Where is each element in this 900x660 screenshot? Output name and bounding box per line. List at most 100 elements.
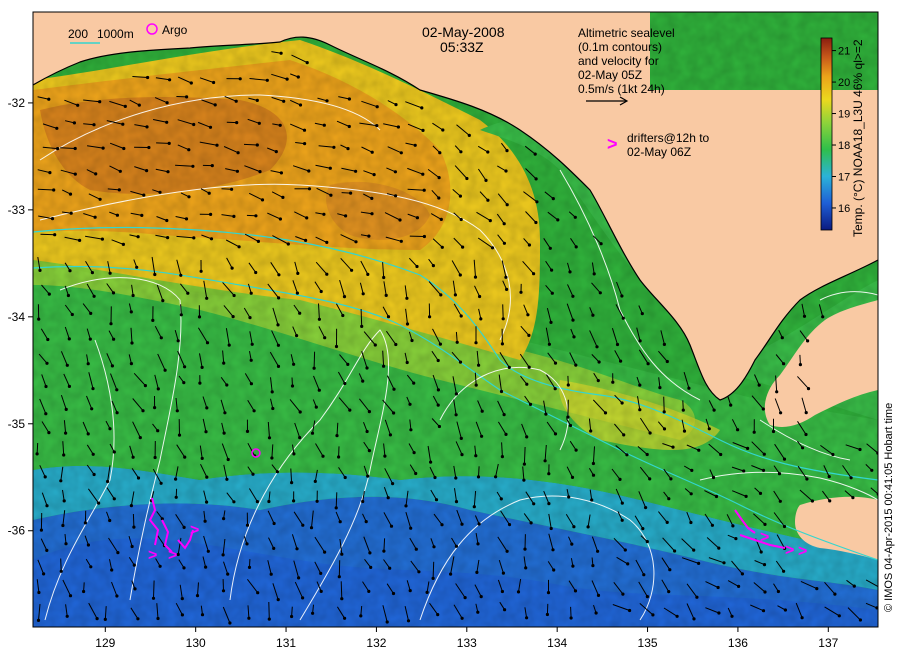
velocity-arrow-head [206, 549, 210, 553]
velocity-arrow-head [505, 549, 509, 553]
velocity-arrow-head [247, 616, 251, 620]
velocity-arrow-head [503, 608, 507, 612]
velocity-arrow-head [525, 382, 529, 386]
velocity-arrow-head [522, 478, 526, 482]
velocity-arrow [502, 304, 504, 319]
velocity-arrow-head [62, 499, 66, 503]
velocity-arrow-head [304, 238, 308, 242]
velocity-arrow-head [92, 123, 96, 127]
velocity-arrow-head [184, 217, 189, 221]
velocity-arrow-head [47, 431, 51, 435]
velocity-arrow-head [305, 216, 309, 220]
velocity-arrow [243, 143, 258, 146]
velocity-arrow-head [399, 151, 403, 155]
velocity-arrow-head [68, 269, 72, 273]
velocity-arrow-head [394, 194, 398, 198]
velocity-arrow-head [525, 616, 529, 620]
velocity-arrow-head [833, 592, 837, 596]
velocity-arrow-head [594, 611, 598, 615]
velocity-arrow-head [502, 413, 506, 417]
velocity-arrow-head [307, 169, 311, 173]
velocity-arrow-head [596, 379, 600, 383]
velocity-arrow-head [412, 381, 416, 385]
velocity-arrow-head [298, 410, 302, 414]
velocity-arrow-head [697, 448, 701, 452]
velocity-arrow-head [697, 561, 701, 566]
velocity-arrow-head [507, 523, 512, 527]
velocity-arrow-head [257, 121, 261, 125]
velocity-arrow-head [367, 449, 371, 453]
velocity-arrow-head [364, 520, 368, 524]
velocity-arrow-head [208, 125, 213, 129]
velocity-arrow-head [479, 317, 483, 321]
velocity-arrow-head [596, 549, 600, 553]
velocity-arrow-head [177, 433, 182, 437]
velocity-arrow-head [367, 589, 371, 594]
velocity-arrow-head [141, 409, 145, 413]
velocity-arrow-head [590, 498, 594, 502]
velocity-arrow-head [404, 504, 408, 508]
velocity-arrow-head [410, 338, 414, 343]
velocity-arrow-head [98, 197, 102, 201]
velocity-arrow-head [837, 614, 841, 618]
velocity-arrow-head [42, 572, 46, 576]
velocity-arrow-head [695, 595, 699, 599]
velocity-arrow-head [227, 343, 231, 347]
velocity-arrow-head [548, 246, 552, 250]
velocity-arrow-head [365, 429, 369, 434]
velocity-arrow-head [65, 363, 69, 367]
velocity-arrow-head [391, 482, 395, 486]
velocity-arrow-head [405, 296, 409, 300]
velocity-arrow-head [347, 124, 351, 129]
velocity-arrow-head [117, 188, 121, 192]
velocity-arrow-head [409, 428, 413, 432]
colorbar-ramp [820, 37, 833, 231]
velocity-arrow-head [222, 517, 226, 521]
velocity-arrow-head [516, 590, 521, 594]
velocity-arrow-head [437, 176, 441, 180]
velocity-arrow-head [662, 427, 667, 431]
velocity-arrow-head [758, 491, 763, 495]
velocity-arrow-head [461, 245, 465, 249]
drifters-note-line-2: 02-May 06Z [627, 145, 691, 159]
velocity-arrow-head [213, 103, 217, 107]
velocity-arrow-head [179, 313, 183, 317]
velocity-arrow-head [161, 299, 165, 303]
velocity-arrow-head [458, 273, 462, 277]
velocity-arrow-head [47, 292, 51, 296]
velocity-arrow-head [486, 198, 490, 202]
velocity-arrow-head [343, 381, 347, 386]
velocity-arrow-head [398, 218, 402, 222]
velocity-arrow-head [270, 390, 274, 394]
velocity-arrow-head [662, 410, 666, 414]
velocity-arrow-head [334, 344, 339, 349]
velocity-arrow-head [321, 454, 325, 458]
velocity-arrow-head [232, 500, 236, 504]
velocity-arrow-head [644, 506, 648, 510]
velocity-arrow-head [138, 436, 142, 440]
velocity-arrow-head [359, 614, 363, 618]
velocity-arrow-head [782, 457, 787, 461]
velocity-arrow-head [638, 383, 642, 387]
velocity-arrow-head [828, 499, 832, 503]
velocity-arrow-head [620, 294, 624, 298]
velocity-arrow-head [505, 287, 509, 291]
velocity-arrow-head [276, 364, 281, 368]
velocity-arrow-head [203, 519, 207, 523]
velocity-arrow-head [205, 475, 209, 479]
velocity-arrow-head [505, 203, 509, 207]
velocity-arrow-head [780, 336, 784, 340]
velocity-arrow-head [372, 173, 376, 177]
velocity-arrow-head [523, 547, 527, 551]
velocity-arrow-head [821, 315, 825, 319]
velocity-arrow-head [37, 590, 41, 595]
velocity-arrow-head [658, 386, 662, 390]
isobath-legend-200: 200 [68, 27, 88, 41]
velocity-arrow-head [589, 429, 593, 433]
velocity-arrow-head [108, 518, 112, 523]
velocity-arrow-head [221, 589, 226, 593]
velocity-arrow-head [93, 215, 97, 219]
velocity-arrow-head [623, 548, 627, 552]
velocity-arrow-head [436, 358, 440, 363]
velocity-arrow-head [412, 451, 416, 455]
